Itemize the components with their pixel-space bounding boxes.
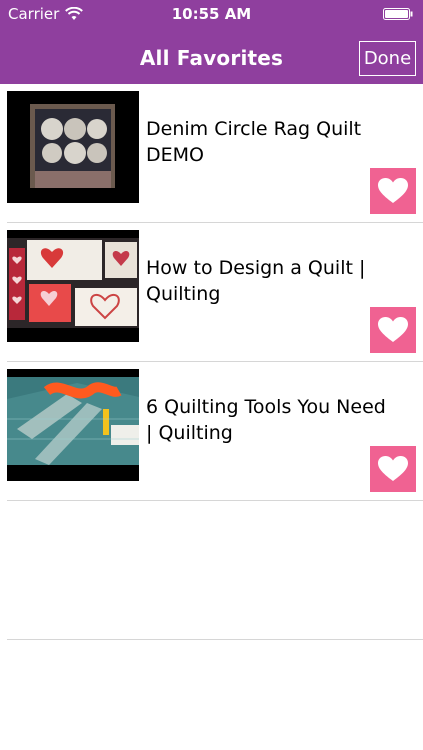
- list-item[interactable]: 6 Quilting Tools You Need | Quilting: [7, 362, 423, 501]
- done-button[interactable]: Done: [359, 41, 416, 76]
- favorite-button[interactable]: [370, 446, 416, 492]
- list-item[interactable]: How to Design a Quilt | Quilting: [7, 223, 423, 362]
- video-thumbnail[interactable]: [7, 369, 139, 481]
- item-title: How to Design a Quilt | Quilting: [146, 257, 366, 305]
- status-bar: Carrier 10:55 AM: [0, 0, 423, 28]
- heart-icon: [378, 456, 408, 481]
- empty-row: [7, 501, 423, 640]
- list-item[interactable]: Denim Circle Rag Quilt DEMO: [7, 84, 423, 223]
- status-time: 10:55 AM: [171, 5, 252, 23]
- nav-bar: Carrier 10:55 AM All Favorites Done: [0, 0, 423, 84]
- video-thumbnail[interactable]: [7, 230, 139, 342]
- heart-icon: [378, 317, 408, 342]
- item-title: 6 Quilting Tools You Need | Quilting: [146, 396, 386, 444]
- heart-icon: [378, 178, 408, 203]
- favorites-list: Denim Circle Rag Quilt DEMO How to Desig…: [0, 84, 423, 640]
- favorite-button[interactable]: [370, 307, 416, 353]
- battery-icon: [383, 8, 413, 20]
- item-title: Denim Circle Rag Quilt DEMO: [146, 118, 362, 166]
- video-thumbnail[interactable]: [7, 91, 139, 203]
- favorite-button[interactable]: [370, 168, 416, 214]
